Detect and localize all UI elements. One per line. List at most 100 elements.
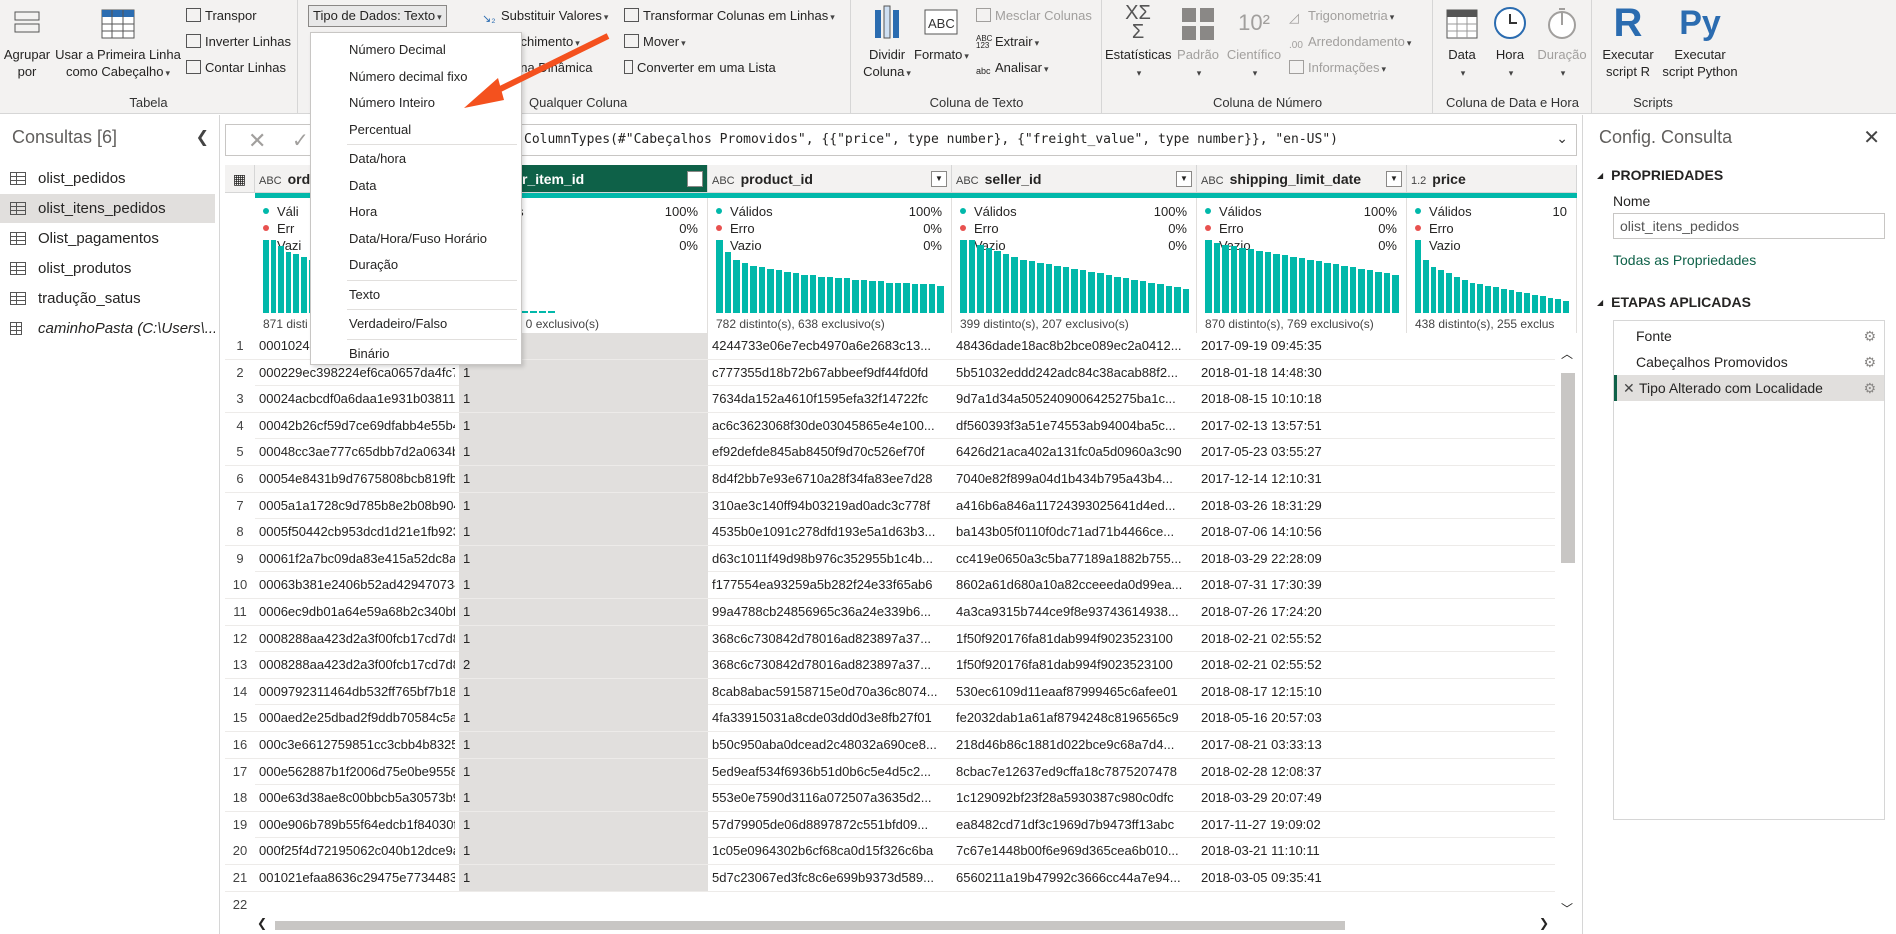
table-cell[interactable]: 1: [459, 492, 708, 519]
table-cell[interactable]: 1: [459, 599, 708, 625]
table-cell[interactable]: 00063b381e2406b52ad429470734e...: [259, 572, 455, 598]
data-button[interactable]: Data ▾: [1438, 4, 1486, 82]
converter-lista-button[interactable]: Converter em uma Lista: [624, 59, 776, 77]
table-cell[interactable]: 14: [225, 678, 255, 705]
tipo-de-dados-dropdown[interactable]: Tipo de Dados: Texto ▾: [308, 5, 447, 27]
table-cell[interactable]: 0008288aa423d2a3f00fcb17cd7d8719: [259, 652, 455, 678]
table-cell[interactable]: 4fa33915031a8cde03dd0d3e8fb27f01: [712, 705, 948, 731]
executar-script-python-button[interactable]: Py Executar script Python: [1655, 4, 1745, 80]
table-cell[interactable]: 8: [225, 519, 255, 546]
table-cell[interactable]: 1: [459, 705, 708, 732]
contar-linhas-button[interactable]: Contar Linhas: [186, 59, 286, 77]
column-type-icon[interactable]: ABC: [712, 175, 735, 187]
substituir-valores-button[interactable]: ↘₂ Substituir Valores ▾: [482, 7, 608, 26]
table-cell[interactable]: 2017-12-14 12:10:31: [1201, 466, 1401, 492]
chevron-down-icon[interactable]: ﹀: [1561, 900, 1573, 917]
column-filter-icon[interactable]: ▼: [931, 171, 947, 187]
table-cell[interactable]: 4244733e06e7ecb4970a6e2683c13...: [712, 333, 948, 359]
table-cell[interactable]: ba143b05f0110f0dc71ad71b4466ce...: [956, 519, 1194, 545]
table-cell[interactable]: 8cbac7e12637ed9cffa18c7875207478: [956, 759, 1194, 785]
table-cell[interactable]: a416b6a846a11724393025641d4ed...: [956, 493, 1194, 519]
table-cell[interactable]: 8cab8abac59158715e0d70a36c8074...: [712, 679, 948, 705]
horizontal-scroll-thumb[interactable]: [275, 921, 1345, 930]
table-row[interactable]: 80005f50442cb953dcd1d21e1fb9234...14535b…: [225, 519, 1555, 546]
table-cell[interactable]: 2018-01-18 14:48:30: [1201, 360, 1401, 386]
table-cell[interactable]: 1: [459, 439, 708, 466]
vertical-scroll-thumb[interactable]: [1561, 373, 1575, 563]
nome-input[interactable]: olist_itens_pedidos: [1613, 213, 1885, 239]
close-icon[interactable]: ✕: [1863, 125, 1880, 150]
step-item-selected[interactable]: ✕ Tipo Alterado com Localidade ⚙: [1614, 375, 1884, 401]
table-cell[interactable]: 0005a1a1728c9d785b8e2b08b9045...: [259, 493, 455, 519]
table-cell[interactable]: 6: [225, 466, 255, 492]
table-cell[interactable]: 48436dade18ac8b2bce089ec2a0412...: [956, 333, 1194, 359]
table-cell[interactable]: 0008288aa423d2a3f00fcb17cd7d8719: [259, 626, 455, 652]
table-cell[interactable]: 1: [459, 865, 708, 891]
column-header[interactable]: ABC seller_id ▼: [952, 165, 1197, 193]
table-row[interactable]: 1000063b381e2406b52ad429470734e...1f1775…: [225, 572, 1555, 599]
informacoes-button[interactable]: Informações ▾: [1289, 59, 1386, 78]
column-header[interactable]: 1.2 price: [1407, 165, 1577, 193]
chevron-up-icon[interactable]: ︿: [1561, 345, 1573, 362]
vertical-scrollbar[interactable]: ︿ ﹀: [1557, 333, 1577, 923]
table-cell[interactable]: 9d7a1d34a5052409006425275ba1c...: [956, 386, 1194, 412]
table-cell[interactable]: 00048cc3ae777c65dbb7d2a0634bc1...: [259, 439, 455, 465]
dividir-coluna-button[interactable]: Dividir Coluna ▾: [862, 4, 912, 82]
table-cell[interactable]: 2018-08-17 12:15:10: [1201, 679, 1401, 705]
table-cell[interactable]: 8d4f2bb7e93e6710a28f34fa83ee7d28: [712, 466, 948, 492]
column-type-icon[interactable]: ABC: [1201, 175, 1224, 187]
table-cell[interactable]: 4535b0e1091c278dfd193e5a1d63b3...: [712, 519, 948, 545]
table-row[interactable]: 16000c3e6612759851cc3cbb4b832579...1b50c…: [225, 732, 1555, 759]
table-cell[interactable]: 2018-03-29 20:07:49: [1201, 785, 1401, 811]
table-row[interactable]: 21001021efaa8636c29475e773448345...15d7c…: [225, 865, 1555, 892]
table-cell[interactable]: 2018-05-16 20:57:03: [1201, 705, 1401, 731]
table-cell[interactable]: 1: [459, 678, 708, 705]
table-cell[interactable]: 4: [225, 412, 255, 439]
transformar-colunas-button[interactable]: Transformar Colunas em Linhas ▾: [624, 7, 835, 26]
query-item[interactable]: olist_pedidos: [0, 164, 215, 193]
check-icon[interactable]: ✓: [292, 128, 309, 153]
table-cell[interactable]: 2018-07-06 14:10:56: [1201, 519, 1401, 545]
table-cell[interactable]: 6426d21aca402a131fc0a5d0960a3c90: [956, 439, 1194, 465]
mesclar-colunas-button[interactable]: Mesclar Colunas: [976, 7, 1092, 25]
table-cell[interactable]: 530ec6109d11eaaf87999465c6afee01: [956, 679, 1194, 705]
table-cell[interactable]: 1: [459, 758, 708, 785]
table-cell[interactable]: 21: [225, 865, 255, 891]
table-cell[interactable]: 3: [225, 386, 255, 413]
cientifico-button[interactable]: 10² Científico ▾: [1225, 4, 1283, 82]
table-cell[interactable]: 1: [459, 811, 708, 838]
table-cell[interactable]: b50c950aba0dcead2c48032a690ce8...: [712, 732, 948, 758]
gear-icon[interactable]: ⚙: [1863, 349, 1876, 375]
table-cell[interactable]: 00054e8431b9d7675808bcb819fb4a...: [259, 466, 455, 492]
duracao-button[interactable]: Duração ▾: [1534, 4, 1590, 82]
executar-script-r-button[interactable]: R Executar script R: [1593, 3, 1663, 80]
table-cell[interactable]: 5ed9eaf534f6936b51d0b6c5e4d5c2...: [712, 759, 948, 785]
use-first-row-button[interactable]: Usar a Primeira Linha como Cabeçalho ▾: [54, 4, 182, 82]
table-cell[interactable]: 1f50f920176fa81dab994f9023523100: [956, 652, 1194, 678]
table-cell[interactable]: 001021efaa8636c29475e773448345...: [259, 865, 455, 891]
query-item[interactable]: olist_produtos: [0, 254, 215, 283]
table-cell[interactable]: 00042b26cf59d7ce69dfabb4e55b4fd9: [259, 413, 455, 439]
table-row[interactable]: 140009792311464db532ff765bf7b182ae18cab8…: [225, 678, 1555, 706]
table-cell[interactable]: 1c129092bf23f28a5930387c980c0dfc: [956, 785, 1194, 811]
table-cell[interactable]: ea8482cd71df3c1969d7b9473ff13abc: [956, 812, 1194, 838]
table-cell[interactable]: 1: [459, 838, 708, 865]
table-cell[interactable]: 00061f2a7bc09da83e415a52dc8a4af1: [259, 546, 455, 572]
table-cell[interactable]: ef92defde845ab8450f9d70c526ef70f: [712, 439, 948, 465]
table-cell[interactable]: 000f25f4d72195062c040b12dce9a18a: [259, 838, 455, 864]
table-cell[interactable]: 000c3e6612759851cc3cbb4b832579...: [259, 732, 455, 758]
column-type-icon[interactable]: 1.2: [1411, 175, 1426, 187]
estatisticas-button[interactable]: XΣ Σ Estatísticas ▾: [1105, 3, 1171, 82]
formula-text[interactable]: ColumnTypes(#"Cabeçalhos Promovidos", {{…: [524, 132, 1338, 147]
table-row[interactable]: 600054e8431b9d7675808bcb819fb4a...18d4f2…: [225, 466, 1555, 493]
column-filter-icon[interactable]: ▼: [687, 171, 703, 187]
column-filter-icon[interactable]: ▼: [1176, 171, 1192, 187]
table-row[interactable]: 70005a1a1728c9d785b8e2b08b9045...1310ae3…: [225, 492, 1555, 520]
query-item[interactable]: Olist_pagamentos: [0, 224, 215, 253]
step-item[interactable]: Cabeçalhos Promovidos ⚙: [1614, 349, 1884, 375]
menu-item[interactable]: Data: [311, 173, 521, 199]
table-cell[interactable]: 0009792311464db532ff765bf7b182ae: [259, 679, 455, 705]
table-cell[interactable]: 0006ec9db01a64e59a68b2c340bf65...: [259, 599, 455, 625]
table-cell[interactable]: 000e63d38ae8c00bbcb5a30573b99...: [259, 785, 455, 811]
table-cell[interactable]: 2018-03-29 22:28:09: [1201, 546, 1401, 572]
